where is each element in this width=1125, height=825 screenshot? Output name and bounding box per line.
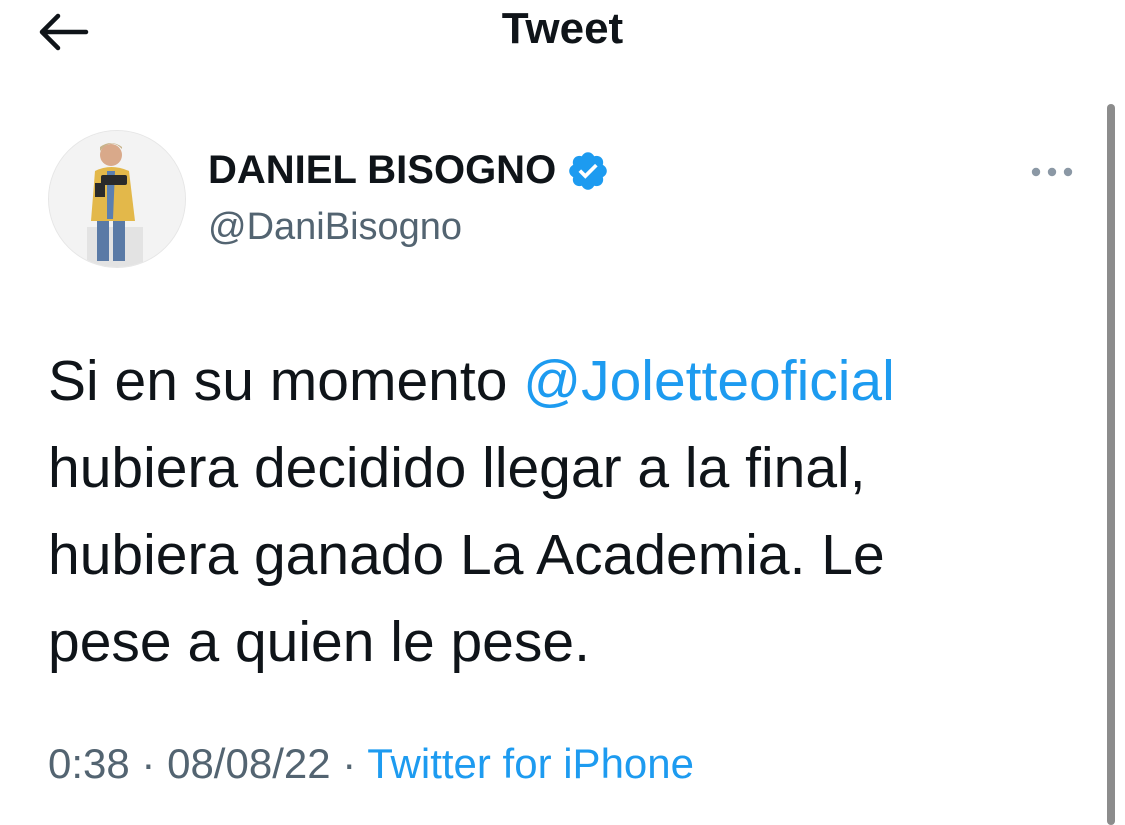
page-title: Tweet [501, 4, 624, 53]
mention-link[interactable]: @Joletteoficial [523, 349, 895, 413]
tweet-text-part: Si en su momento [48, 349, 524, 413]
top-navigation-bar: Tweet [0, 0, 1125, 64]
tweet-source-link[interactable]: Twitter for iPhone [367, 740, 694, 787]
tweet-date[interactable]: 08/08/22 [167, 740, 331, 787]
more-options-button[interactable] [1028, 154, 1076, 190]
avatar[interactable] [48, 130, 186, 268]
verified-badge-icon [569, 151, 607, 190]
tweet-meta: 0:38 · 08/08/22 · Twitter for iPhone [48, 740, 694, 788]
author-handle[interactable]: @DaniBisogno [208, 206, 462, 249]
author-name-row: DANIEL BISOGNO [208, 148, 610, 193]
more-options-icon [1031, 167, 1073, 177]
avatar-image [49, 131, 185, 267]
tweet-time[interactable]: 0:38 [48, 740, 130, 787]
author-name[interactable]: DANIEL BISOGNO [208, 148, 556, 193]
tweet-text: Si en su momento @Joletteoficial hubiera… [48, 338, 1048, 686]
tweet-detail-page: Tweet DANIEL BISOGNO @DaniBisogno Si en … [0, 0, 1125, 825]
meta-separator: · [141, 740, 156, 787]
tweet-text-part: hubiera decidido llegar a la final, hubi… [48, 436, 885, 674]
tweet-author: DANIEL BISOGNO @DaniBisogno [48, 130, 1088, 270]
scrollbar[interactable] [1107, 104, 1115, 825]
meta-separator: · [342, 740, 357, 787]
